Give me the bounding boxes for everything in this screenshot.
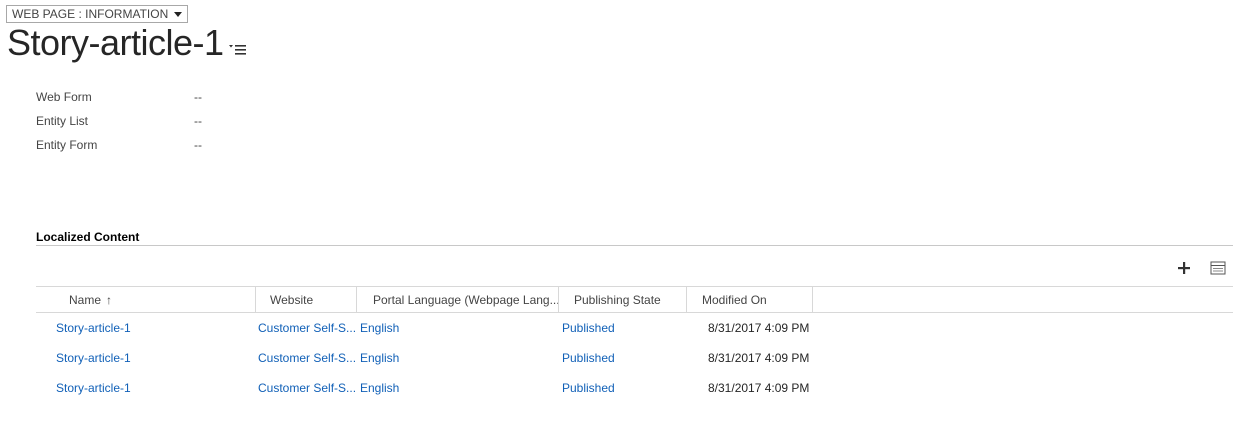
- grid-header: Name ↑ Website Portal Language (Webpage …: [36, 286, 1233, 313]
- row-language-link[interactable]: English: [357, 381, 559, 395]
- column-header-label: Publishing State: [574, 292, 661, 307]
- field-value[interactable]: --: [194, 90, 202, 104]
- record-menu-icon[interactable]: [229, 42, 247, 56]
- general-fields: Web Form -- Entity List -- Entity Form -…: [36, 85, 202, 157]
- column-header-label: Website: [270, 292, 314, 307]
- table-row[interactable]: Story-article-1 Customer Self-S... Engli…: [36, 373, 1233, 403]
- row-name-link[interactable]: Story-article-1: [36, 321, 256, 335]
- column-header-label: Modified On: [702, 292, 767, 307]
- field-entity-list: Entity List --: [36, 109, 202, 133]
- field-entity-form: Entity Form --: [36, 133, 202, 157]
- field-label: Entity Form: [36, 138, 98, 152]
- row-publishing-state-link[interactable]: Published: [559, 381, 687, 395]
- row-language-link[interactable]: English: [357, 351, 559, 365]
- row-modified-on: 8/31/2017 4:09 PM: [708, 351, 810, 365]
- section-divider: [36, 245, 1233, 246]
- grid-view-icon[interactable]: [1210, 261, 1226, 275]
- column-header-label: Name: [69, 292, 102, 307]
- form-selector-label: WEB PAGE : INFORMATION: [12, 7, 169, 21]
- row-name-link[interactable]: Story-article-1: [36, 381, 256, 395]
- chevron-down-icon: [174, 11, 183, 17]
- section-title: Localized Content: [36, 230, 140, 244]
- field-label: Web Form: [36, 90, 92, 104]
- row-website-link[interactable]: Customer Self-S...: [256, 321, 357, 335]
- row-publishing-state-link[interactable]: Published: [559, 351, 687, 365]
- row-publishing-state-link[interactable]: Published: [559, 321, 687, 335]
- column-header-publishing-state[interactable]: Publishing State: [559, 287, 687, 312]
- row-website-link[interactable]: Customer Self-S...: [256, 381, 357, 395]
- column-header-portal-language[interactable]: Portal Language (Webpage Lang...: [357, 287, 559, 312]
- table-row[interactable]: Story-article-1 Customer Self-S... Engli…: [36, 343, 1233, 373]
- column-header-name[interactable]: Name ↑: [36, 287, 256, 312]
- localized-content-grid: Name ↑ Website Portal Language (Webpage …: [36, 286, 1233, 403]
- field-value[interactable]: --: [194, 138, 202, 152]
- sort-ascending-icon: ↑: [106, 292, 113, 307]
- table-row[interactable]: Story-article-1 Customer Self-S... Engli…: [36, 313, 1233, 343]
- column-header-website[interactable]: Website: [256, 287, 357, 312]
- form-selector-dropdown[interactable]: WEB PAGE : INFORMATION: [6, 5, 189, 23]
- row-modified-on: 8/31/2017 4:09 PM: [708, 321, 810, 335]
- row-name-link[interactable]: Story-article-1: [36, 351, 256, 365]
- column-header-modified-on[interactable]: Modified On: [687, 287, 813, 312]
- row-website-link[interactable]: Customer Self-S...: [256, 351, 357, 365]
- page-title: Story-article-1: [7, 22, 224, 63]
- field-web-form: Web Form --: [36, 85, 202, 109]
- row-modified-on: 8/31/2017 4:09 PM: [708, 381, 810, 395]
- column-header-label: Portal Language (Webpage Lang...: [373, 292, 559, 307]
- add-icon[interactable]: [1176, 260, 1192, 276]
- field-label: Entity List: [36, 114, 89, 128]
- row-language-link[interactable]: English: [357, 321, 559, 335]
- field-value[interactable]: --: [194, 114, 202, 128]
